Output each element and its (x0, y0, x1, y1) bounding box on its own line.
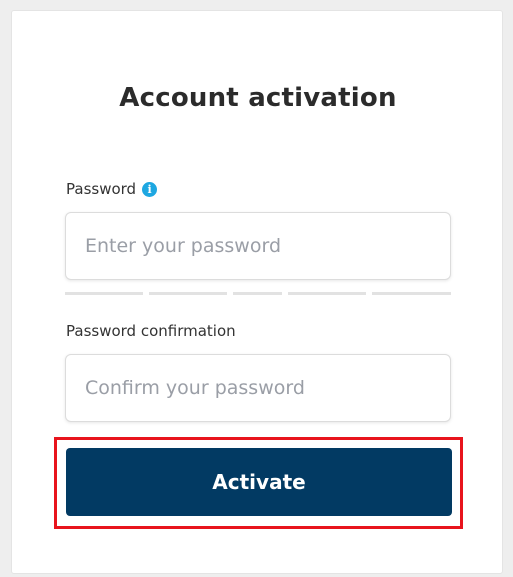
strength-segment (233, 292, 282, 295)
page-title: Account activation (119, 83, 397, 113)
password-confirmation-label: Password confirmation (66, 322, 236, 340)
info-icon[interactable]: i (142, 181, 158, 197)
password-label-row: Password i (66, 180, 158, 198)
password-strength-meter (65, 292, 451, 295)
password-input[interactable] (65, 212, 451, 280)
strength-segment (372, 292, 451, 295)
activation-card: Account activation Password i Password c… (11, 10, 503, 574)
password-label: Password (66, 180, 137, 198)
strength-segment (149, 292, 227, 295)
activate-button[interactable]: Activate (66, 448, 452, 516)
strength-segment (65, 292, 143, 295)
password-confirmation-input[interactable] (65, 354, 451, 422)
strength-segment (288, 292, 366, 295)
